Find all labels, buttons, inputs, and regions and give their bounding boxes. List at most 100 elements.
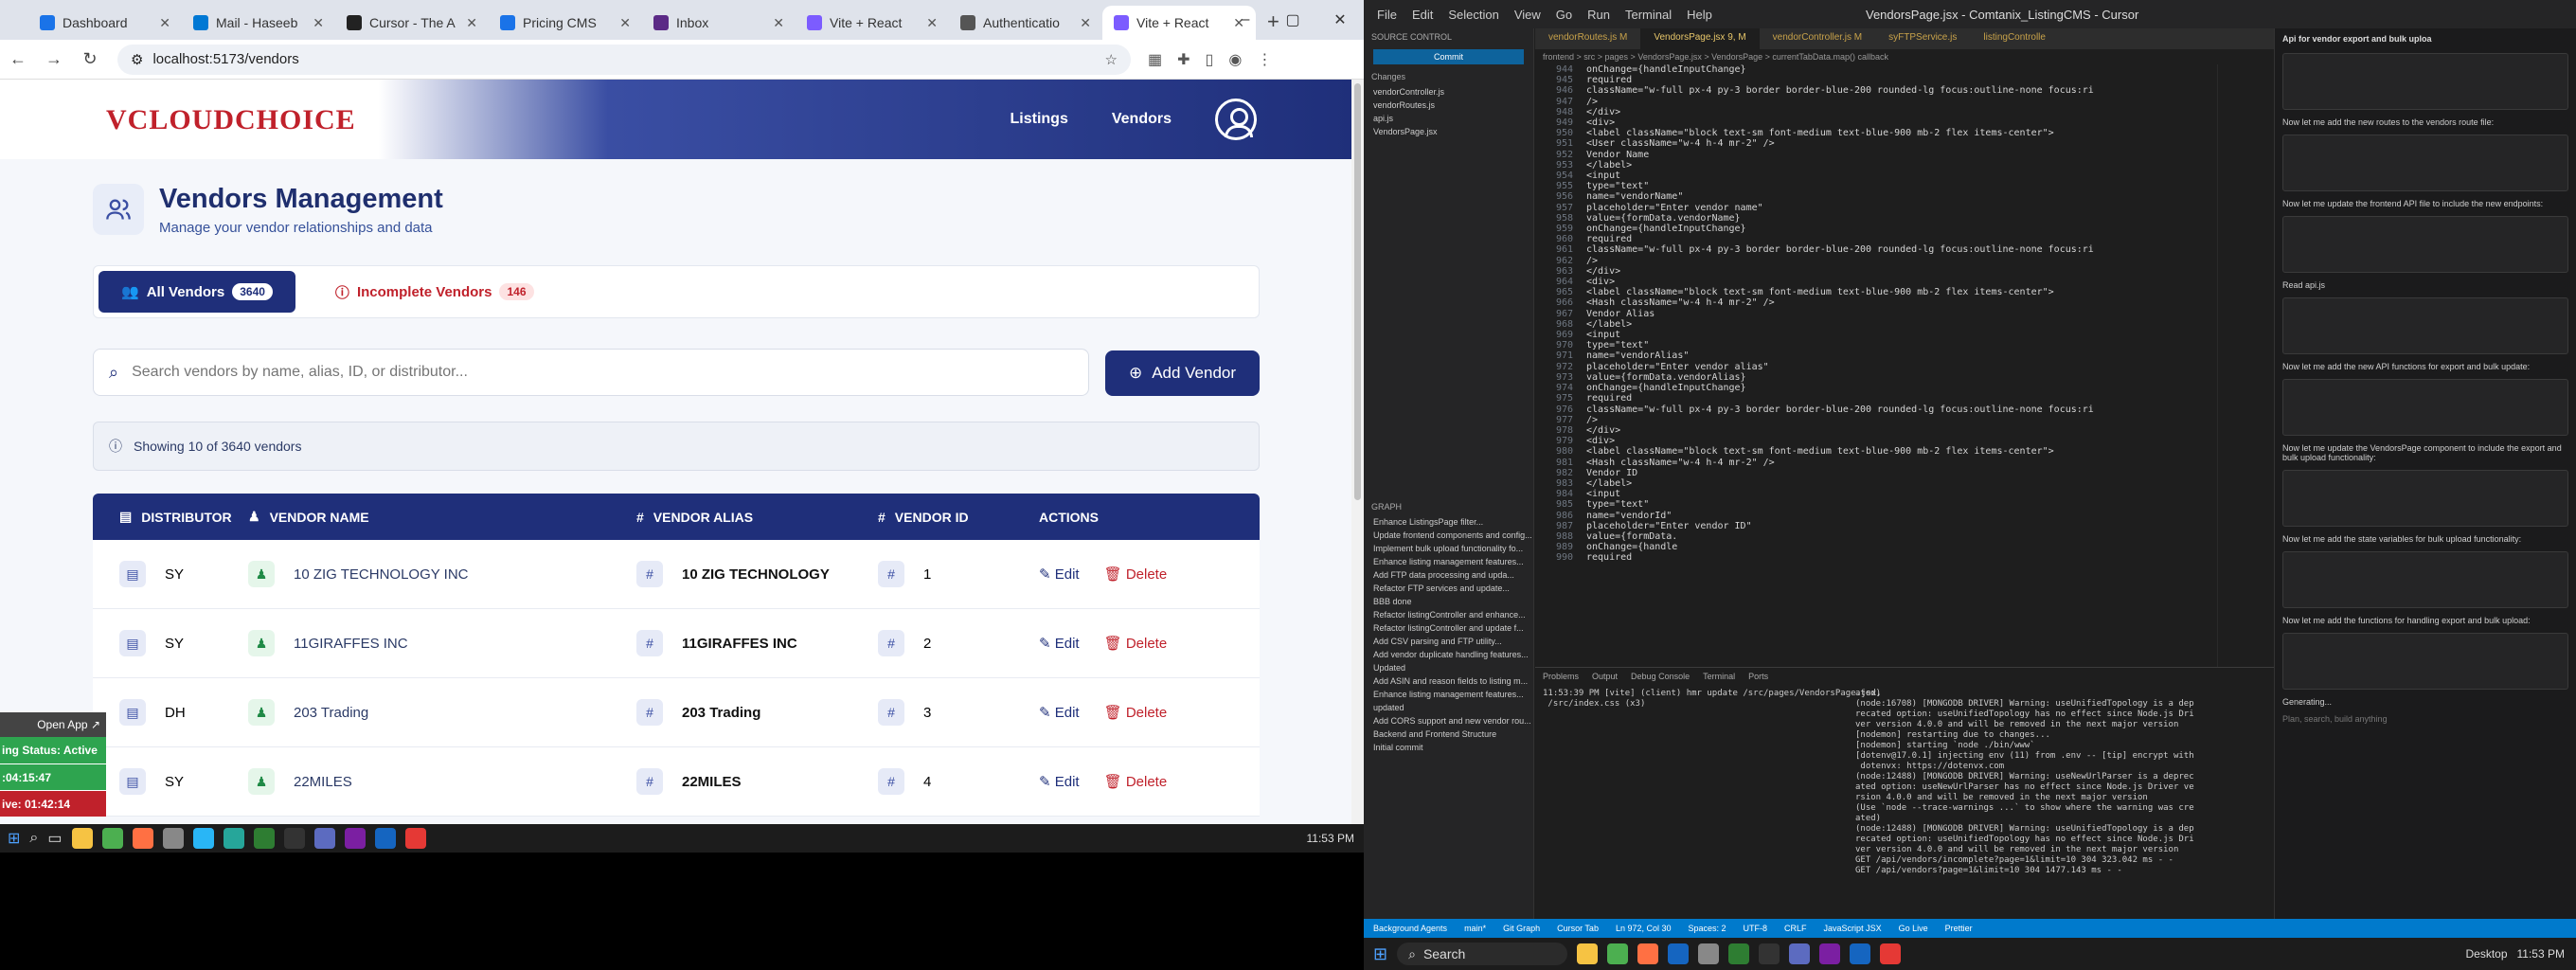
status-item[interactable]: Spaces: 2 [1689,924,1726,933]
browser-tab[interactable]: Mail - Haseeb ✕ [182,6,335,40]
terminal-left[interactable]: 11:53:39 PM [vite] (client) hmr update /… [1535,685,1882,880]
app-icon[interactable] [1637,943,1659,964]
browser-tab[interactable]: Pricing CMS ✕ [489,6,642,40]
back-icon[interactable]: ← [0,49,36,69]
profile-icon[interactable]: ◉ [1228,50,1242,69]
code-diff-block[interactable] [2282,135,2568,191]
editor-tab[interactable]: vendorController.js M [1760,28,1875,49]
commit-entry[interactable]: Add vendor duplicate handling features..… [1364,648,1533,661]
reload-icon[interactable]: ↻ [72,49,108,69]
commit-entry[interactable]: Initial commit [1364,741,1533,754]
taskbar-clock[interactable]: 11:53 PM [1307,832,1354,845]
search-input[interactable] [132,364,985,381]
edit-button[interactable]: ✎ Edit [1039,773,1080,790]
edit-button[interactable]: ✎ Edit [1039,635,1080,652]
commit-button[interactable]: Commit [1373,49,1524,64]
code-editor[interactable]: 944 onChange={handleInputChange} 945 requir… [1535,64,2217,667]
terminal-tab[interactable]: Ports [1748,672,1768,681]
onenote-icon[interactable] [344,828,366,849]
status-item[interactable]: Prettier [1945,924,1973,933]
status-item[interactable]: Cursor Tab [1557,924,1599,933]
open-app-button[interactable]: Open App ↗ [0,712,106,737]
browser-tab[interactable]: Authenticatio ✕ [949,6,1102,40]
file-explorer-icon[interactable] [1577,943,1599,964]
commit-entry[interactable]: Add FTP data processing and upda... [1364,568,1533,582]
status-item[interactable]: Git Graph [1503,924,1540,933]
edit-button[interactable]: ✎ Edit [1039,704,1080,721]
agent-input[interactable]: Plan, search, build anything [2275,710,2576,728]
edit-button[interactable]: ✎ Edit [1039,566,1080,583]
status-item[interactable]: Ln 972, Col 30 [1616,924,1672,933]
menu-dots-icon[interactable]: ⋮ [1257,50,1272,69]
close-tab-icon[interactable]: ✕ [1080,15,1091,31]
windows-start-icon[interactable]: ⊞ [1373,944,1387,964]
close-tab-icon[interactable]: ✕ [313,15,324,31]
menu-item[interactable]: View [1514,8,1541,22]
tab-all-vendors[interactable]: 👥 All Vendors 3640 [98,271,295,313]
close-icon[interactable]: ✕ [1316,10,1364,29]
teams-icon[interactable] [313,828,335,849]
app-icon[interactable] [223,828,244,849]
extension-icon[interactable]: ▦ [1148,50,1162,69]
code-diff-block[interactable] [2282,633,2568,690]
tab-incomplete-vendors[interactable]: ⓘ Incomplete Vendors 146 [313,271,557,313]
status-item[interactable]: UTF-8 [1744,924,1768,933]
commit-entry[interactable]: Add ASIN and reason fields to listing m.… [1364,674,1533,688]
commit-entry[interactable]: Add CORS support and new vendor rou... [1364,714,1533,728]
nav-vendors-link[interactable]: Vendors [1112,111,1172,128]
status-item[interactable]: main* [1464,924,1486,933]
code-diff-block[interactable] [2282,297,2568,354]
editor-tab[interactable]: vendorRoutes.js M [1535,28,1640,49]
vscode-icon[interactable] [1850,943,1871,964]
changed-file[interactable]: vendorController.js [1364,85,1533,99]
commit-entry[interactable]: Enhance listing management features... [1364,688,1533,701]
forward-icon[interactable]: → [36,49,72,69]
code-diff-block[interactable] [2282,470,2568,527]
commit-entry[interactable]: Implement bulk upload functionality fo..… [1364,542,1533,555]
changed-file[interactable]: vendorRoutes.js [1364,99,1533,112]
code-diff-block[interactable] [2282,216,2568,273]
status-item[interactable]: JavaScript JSX [1824,924,1882,933]
chrome-icon[interactable] [101,828,123,849]
maximize-icon[interactable]: ▢ [1269,10,1316,29]
url-bar[interactable]: ⚙ localhost:5173/vendors ☆ [117,44,1131,75]
minimize-icon[interactable]: – [1222,11,1269,28]
app-icon[interactable] [132,828,153,849]
col-vendor-name[interactable]: ♟ VENDOR NAME [248,509,636,525]
scrollbar-thumb[interactable] [1354,83,1361,500]
commit-entry[interactable]: Update frontend components and config... [1364,529,1533,542]
menu-item[interactable]: Run [1587,8,1610,22]
minimap[interactable] [2217,64,2274,667]
menu-item[interactable]: Selection [1448,8,1498,22]
add-vendor-button[interactable]: ⊕ Add Vendor [1105,350,1260,396]
delete-button[interactable]: 🗑 Delete [1104,773,1168,790]
menu-item[interactable]: File [1377,8,1397,22]
commit-entry[interactable]: Refactor listingController and update f.… [1364,621,1533,635]
delete-button[interactable]: 🗑 Delete [1104,635,1168,652]
editor-tab[interactable]: VendorsPage.jsx 9, M [1640,28,1760,49]
desktop-label[interactable]: Desktop [2465,947,2507,961]
taskbar-search[interactable]: ⌕ Search [1397,943,1568,965]
commit-entry[interactable]: Enhance listing management features... [1364,555,1533,568]
chrome-icon[interactable] [1880,943,1902,964]
menu-item[interactable]: Go [1556,8,1572,22]
commit-entry[interactable]: updated [1364,701,1533,714]
close-tab-icon[interactable]: ✕ [466,15,477,31]
menu-item[interactable]: Edit [1412,8,1433,22]
menu-item[interactable]: Help [1687,8,1712,22]
browser-tab[interactable]: Cursor - The A ✕ [335,6,489,40]
commit-entry[interactable]: Enhance ListingsPage filter... [1364,515,1533,529]
onenote-icon[interactable] [1819,943,1841,964]
changed-file[interactable]: VendorsPage.jsx [1364,125,1533,138]
browser-tab[interactable]: Vite + React ✕ [796,6,949,40]
col-vendor-id[interactable]: # VENDOR ID [878,510,1039,525]
col-vendor-alias[interactable]: # VENDOR ALIAS [636,510,878,525]
commit-entry[interactable]: Updated [1364,661,1533,674]
cloudchoice-logo[interactable]: VCLOUDCHOICE [106,104,356,136]
commit-entry[interactable]: Refactor listingController and enhance..… [1364,608,1533,621]
page-scrollbar[interactable] [1351,80,1364,828]
commit-entry[interactable]: Add CSV parsing and FTP utility... [1364,635,1533,648]
chrome-icon[interactable] [404,828,426,849]
terminal-right[interactable]: ated) (node:16708) [MONGODB DRIVER] Warn… [1848,685,2264,880]
code-diff-block[interactable] [2282,53,2568,110]
